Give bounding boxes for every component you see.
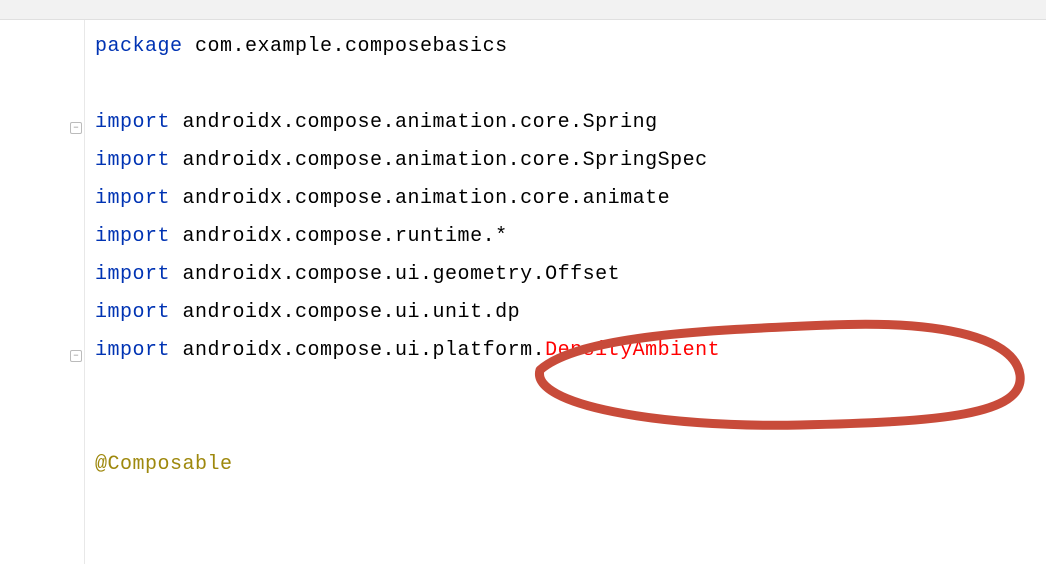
- keyword-import: import: [95, 187, 170, 210]
- keyword-import: import: [95, 339, 170, 362]
- keyword-import: import: [95, 225, 170, 248]
- import-path: androidx.compose.runtime.*: [170, 225, 508, 248]
- package-name: com.example.composebasics: [183, 35, 508, 58]
- code-line-annotation[interactable]: @Composable: [95, 446, 1046, 484]
- unresolved-reference: DensityAmbient: [545, 339, 720, 362]
- import-path: androidx.compose.ui.geometry.Offset: [170, 263, 620, 286]
- code-line-import-2[interactable]: import androidx.compose.animation.core.S…: [95, 142, 1046, 180]
- code-area[interactable]: package com.example.composebasics import…: [85, 20, 1046, 564]
- keyword-import: import: [95, 263, 170, 286]
- import-path: androidx.compose.animation.core.animate: [170, 187, 670, 210]
- keyword-import: import: [95, 111, 170, 134]
- import-path: androidx.compose.animation.core.Spring: [170, 111, 658, 134]
- gutter[interactable]: [0, 20, 85, 564]
- code-line-import-1[interactable]: import androidx.compose.animation.core.S…: [95, 104, 1046, 142]
- code-line-import-6[interactable]: import androidx.compose.ui.unit.dp: [95, 294, 1046, 332]
- code-line-import-4[interactable]: import androidx.compose.runtime.*: [95, 218, 1046, 256]
- annotation-composable: @Composable: [95, 453, 233, 476]
- code-line-import-7[interactable]: import androidx.compose.ui.platform.Dens…: [95, 332, 1046, 370]
- blank-line[interactable]: [95, 370, 1046, 408]
- keyword-import: import: [95, 301, 170, 324]
- blank-line[interactable]: [95, 66, 1046, 104]
- blank-line[interactable]: [95, 408, 1046, 446]
- code-line-package[interactable]: package com.example.composebasics: [95, 28, 1046, 66]
- code-line-import-3[interactable]: import androidx.compose.animation.core.a…: [95, 180, 1046, 218]
- editor-container: package com.example.composebasics import…: [0, 20, 1046, 564]
- editor-top-bar: [0, 0, 1046, 20]
- keyword-package: package: [95, 35, 183, 58]
- import-path: androidx.compose.animation.core.SpringSp…: [170, 149, 708, 172]
- fold-marker-imports[interactable]: [70, 122, 82, 134]
- import-path: androidx.compose.ui.unit.dp: [170, 301, 520, 324]
- keyword-import: import: [95, 149, 170, 172]
- fold-marker-class[interactable]: [70, 350, 82, 362]
- code-line-import-5[interactable]: import androidx.compose.ui.geometry.Offs…: [95, 256, 1046, 294]
- import-path-prefix: androidx.compose.ui.platform.: [170, 339, 545, 362]
